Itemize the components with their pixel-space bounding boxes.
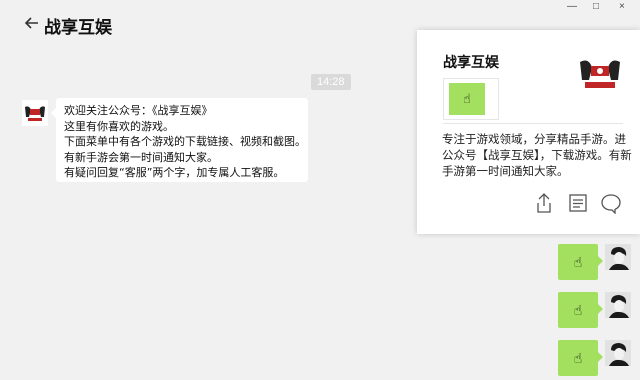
user-avatar[interactable] [605,244,631,270]
chat-title: 战享互娱 [44,18,112,38]
user-portrait-icon [605,292,631,318]
message-line: 有疑问回复“客服”两个字，加专属人工客服。 [64,166,285,180]
user-portrait-icon [605,340,631,366]
account-profile-card: 战享互娱 ☝ 专注于游戏领域，分享精品手游。进公众号【战享互娱】，下载游戏。有新… [417,30,640,234]
sent-message-bubble[interactable]: ☝ [558,244,603,280]
document-icon[interactable] [568,192,590,214]
share-icon[interactable] [535,192,557,214]
sent-message-bubble[interactable]: ☝ [558,292,603,328]
account-avatar[interactable] [22,100,48,126]
sent-message-bubble[interactable]: ☝ [558,340,603,376]
back-arrow-icon[interactable] [22,15,42,35]
close-button[interactable]: × [619,2,625,12]
card-account-name: 战享互娱 [443,55,499,71]
card-thumbnail[interactable]: ☝ [443,78,499,120]
user-avatar[interactable] [605,340,631,366]
account-logo-icon [580,60,620,88]
message-line: 这里有你喜欢的游戏。 [64,119,174,133]
card-divider [443,123,623,124]
pointing-hand-icon: ☝ [449,83,485,115]
message-line: 下面菜单中有各个游戏的下载链接、视频和截图。 [64,135,306,149]
message-timestamp: 14:28 [311,74,351,90]
message-line: 欢迎关注公众号：《战享互娱》 [64,104,213,117]
welcome-message-bubble[interactable]: 欢迎关注公众号：《战享互娱》 这里有你喜欢的游戏。 下面菜单中有各个游戏的下载链… [51,98,308,182]
maximize-button[interactable]: □ [593,2,599,12]
account-logo-icon [25,106,45,121]
chat-bubble-icon[interactable] [600,192,622,215]
card-description: 专注于游戏领域，分享精品手游。进公众号【战享互娱】，下载游戏。有新手游第一时间通… [442,132,632,178]
message-line: 有新手游会第一时间通知大家。 [64,150,218,164]
card-logo [577,56,623,90]
minimize-button[interactable]: — [567,2,577,12]
user-portrait-icon [605,244,631,270]
user-avatar[interactable] [605,292,631,318]
